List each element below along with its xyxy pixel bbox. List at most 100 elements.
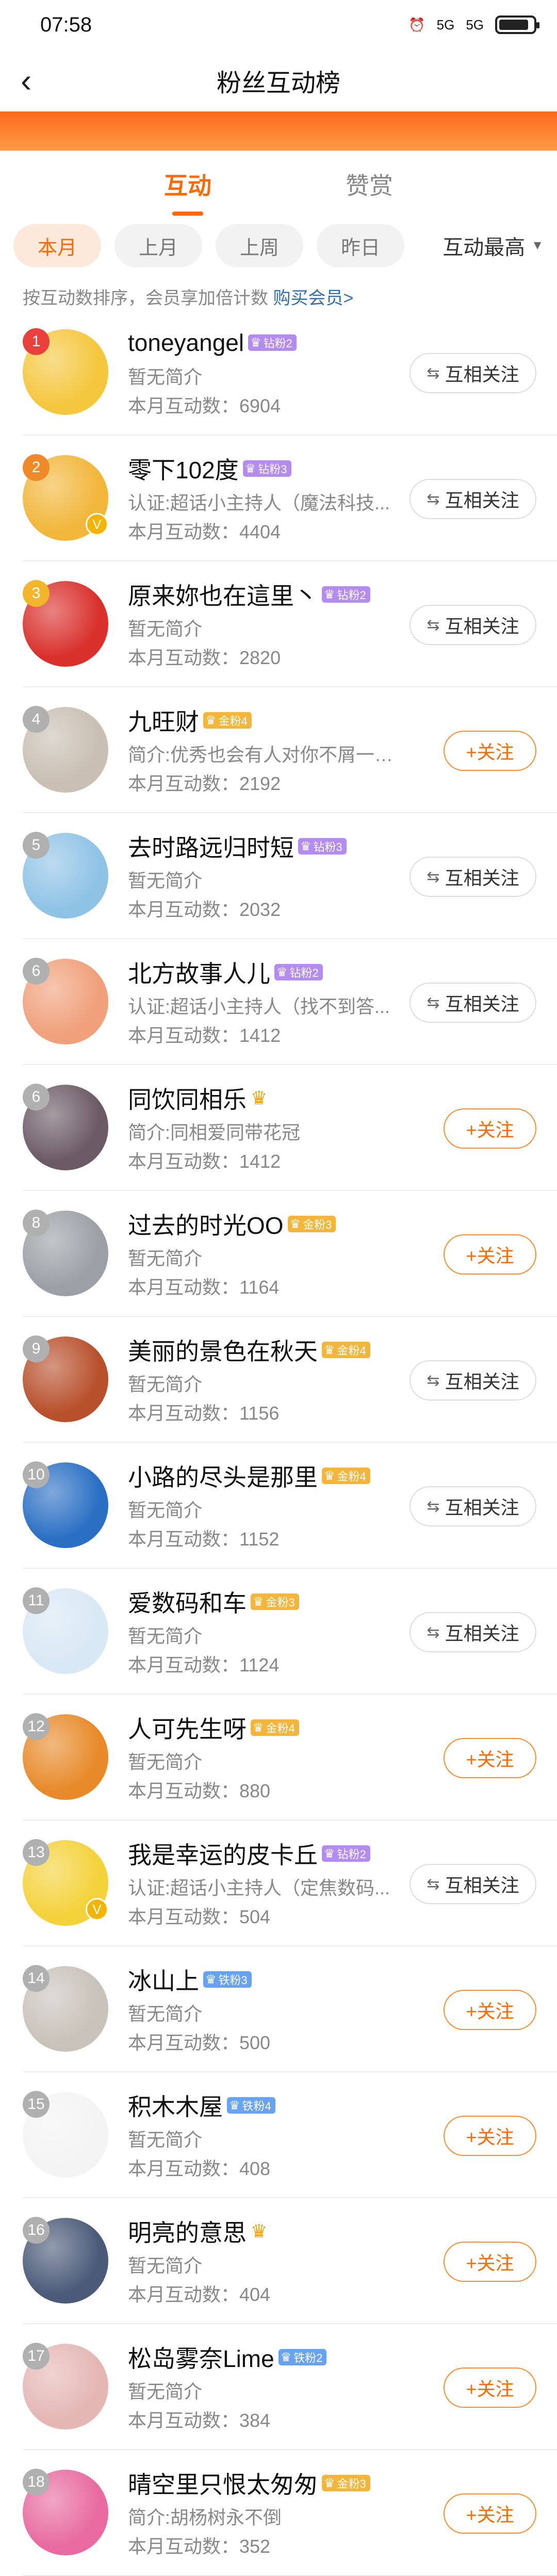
filter-yesterday[interactable]: 昨日 [317, 224, 404, 267]
fan-name[interactable]: 原来妳也在這里丶 [128, 577, 318, 611]
fan-description: 暂无简介 [128, 1248, 203, 1267]
list-item[interactable]: 3 原来妳也在這里丶 ♛ 钻粉2 暂无简介 本月互动数：2820 ⇆ 互相关注 [23, 561, 557, 687]
follow-button[interactable]: +关注 [444, 2242, 536, 2282]
mutual-follow-button[interactable]: ⇆ 互相关注 [409, 605, 536, 645]
follow-button[interactable]: +关注 [444, 1990, 536, 2030]
rank-badge: 14 [23, 1965, 50, 1992]
tab-interaction[interactable]: 互动 [164, 167, 211, 202]
fan-description: 暂无简介 [128, 1625, 203, 1645]
swap-arrows-icon: ⇆ [427, 364, 440, 382]
crown-icon: ♛ [205, 1972, 217, 1987]
interaction-count: 本月互动数：1164 [128, 1277, 280, 1298]
rank-badge: 10 [23, 1461, 50, 1488]
button-label: +关注 [466, 2252, 514, 2274]
interaction-count: 本月互动数：384 [128, 2410, 271, 2431]
rank-badge: 16 [23, 2217, 50, 2244]
hint-text: 按互动数排序，会员享加倍计数 [23, 288, 273, 308]
crown-icon: ♛ [276, 965, 288, 979]
fan-badge-label: 金粉3 [266, 1596, 295, 1609]
fan-badge-label: 铁粉4 [242, 2100, 271, 2113]
fan-name[interactable]: 人可先生呀 [128, 1711, 247, 1745]
mutual-follow-button[interactable]: ⇆ 互相关注 [409, 353, 536, 393]
list-item[interactable]: 11 爱数码和车 ♛ 金粉3 暂无简介 本月互动数：1124 ⇆ 互相关注 [23, 1569, 557, 1695]
mutual-follow-button[interactable]: ⇆ 互相关注 [409, 1486, 536, 1526]
button-label: +关注 [466, 742, 514, 763]
follow-button[interactable]: +关注 [444, 2493, 536, 2534]
list-item[interactable]: 4 九旺财 ♛ 金粉4 简介:优秀也会有人对你不屑一顾... 本月互动数：2192… [23, 687, 557, 813]
filter-this-month[interactable]: 本月 [13, 224, 101, 267]
button-label: +关注 [466, 1245, 514, 1266]
list-item[interactable]: 1 toneyangel ♛ 钻粉2 暂无简介 本月互动数：6904 ⇆ 互相关注 [23, 310, 557, 436]
mutual-follow-button[interactable]: ⇆ 互相关注 [409, 479, 536, 519]
swap-arrows-icon: ⇆ [427, 868, 440, 886]
fan-name[interactable]: 美丽的景色在秋天 [128, 1333, 318, 1367]
buy-membership-link[interactable]: 购买会员> [273, 288, 353, 308]
fan-description: 暂无简介 [128, 1751, 203, 1771]
fan-name[interactable]: 明亮的意思 [128, 2214, 247, 2248]
fan-badge: ♛ 金粉4 [203, 712, 252, 729]
list-item[interactable]: 6 北方故事人儿 ♛ 钻粉2 认证:超话小主持人（找不到答... 本月互动数：14… [23, 939, 557, 1065]
follow-button[interactable]: +关注 [444, 731, 536, 771]
list-item[interactable]: 10 小路的尽头是那里 ♛ 金粉4 暂无简介 本月互动数：1152 ⇆ 互相关注 [23, 1443, 557, 1569]
fan-info: 人可先生呀 ♛ 金粉4 暂无简介 本月互动数：880 [128, 1711, 417, 1801]
interaction-count: 本月互动数：404 [128, 2284, 271, 2305]
list-item[interactable]: 14 冰山上 ♛ 铁粉3 暂无简介 本月互动数：500 +关注 [23, 1946, 557, 2072]
list-item[interactable]: 17 松岛雾奈Lime ♛ 铁粉2 暂无简介 本月互动数：384 +关注 [23, 2324, 557, 2450]
list-item[interactable]: 8 过去的时光OO ♛ 金粉3 暂无简介 本月互动数：1164 +关注 [23, 1191, 557, 1317]
crown-icon: ♛ [229, 2098, 240, 2113]
sort-label: 互动最高 [443, 236, 526, 259]
fan-name-line: 爱数码和车 ♛ 金粉3 [128, 1586, 417, 1617]
list-item[interactable]: 16 明亮的意思 ♛ 暂无简介 本月互动数：404 +关注 [23, 2198, 557, 2324]
list-item[interactable]: 5 去时路远归时短 ♛ 钻粉3 暂无简介 本月互动数：2032 ⇆ 互相关注 [23, 813, 557, 939]
button-label: +关注 [466, 2504, 514, 2525]
list-item[interactable]: 18 晴空里只恨太匆匆 ♛ 金粉3 简介:胡杨树永不倒 本月互动数：352 +关注 [23, 2450, 557, 2576]
follow-button[interactable]: +关注 [444, 1738, 536, 1778]
rank-badge: 12 [23, 1713, 50, 1740]
fan-name[interactable]: 九旺财 [128, 703, 199, 737]
list-item[interactable]: 13 V 我是幸运的皮卡丘 ♛ 钻粉2 认证:超话小主持人（定焦数码... 本月互… [23, 1821, 557, 1946]
list-item[interactable]: 2 V 零下102度 ♛ 钻粉3 认证:超话小主持人（魔法科技... 本月互动数：… [23, 436, 557, 561]
fan-info: 零下102度 ♛ 钻粉3 认证:超话小主持人（魔法科技... 本月互动数：4404 [128, 452, 417, 542]
list-item[interactable]: 9 美丽的景色在秋天 ♛ 金粉4 暂无简介 本月互动数：1156 ⇆ 互相关注 [23, 1317, 557, 1443]
fan-badge: ♛ 金粉3 [251, 1593, 299, 1610]
fan-description: 认证:超话小主持人（魔法科技... [128, 492, 390, 512]
crown-icon: ♛ [205, 713, 217, 728]
fan-name[interactable]: 去时路远归时短 [128, 829, 294, 863]
tab-appreciation[interactable]: 赞赏 [346, 167, 393, 202]
follow-button[interactable]: +关注 [444, 1108, 536, 1149]
mutual-follow-button[interactable]: ⇆ 互相关注 [409, 1864, 536, 1904]
fan-name[interactable]: 松岛雾奈Lime [128, 2340, 274, 2374]
fan-name[interactable]: 北方故事人儿 [128, 955, 270, 989]
follow-button[interactable]: +关注 [444, 2116, 536, 2156]
filter-last-week[interactable]: 上周 [216, 224, 303, 267]
fan-name[interactable]: 爱数码和车 [128, 1585, 247, 1619]
mutual-follow-button[interactable]: ⇆ 互相关注 [409, 1360, 536, 1400]
mutual-follow-button[interactable]: ⇆ 互相关注 [409, 1612, 536, 1652]
follow-button[interactable]: +关注 [444, 1234, 536, 1275]
fan-badge: ♛ 金粉4 [322, 1468, 370, 1484]
fan-name[interactable]: 零下102度 [128, 452, 239, 486]
fan-name[interactable]: 积木木屋 [128, 2088, 223, 2122]
fan-name[interactable]: 小路的尽头是那里 [128, 1459, 318, 1493]
fan-name[interactable]: 同饮同相乐 [128, 1081, 247, 1115]
back-chevron-icon[interactable]: ‹ [21, 64, 31, 97]
status-time: 07:58 [40, 13, 92, 36]
mutual-follow-button[interactable]: ⇆ 互相关注 [409, 857, 536, 897]
fan-name-line: 我是幸运的皮卡丘 ♛ 钻粉2 [128, 1838, 417, 1869]
sort-dropdown[interactable]: 互动最高 ▼ [443, 231, 544, 261]
list-item[interactable]: 12 人可先生呀 ♛ 金粉4 暂无简介 本月互动数：880 +关注 [23, 1695, 557, 1821]
list-item[interactable]: 15 积木木屋 ♛ 铁粉4 暂无简介 本月互动数：408 +关注 [23, 2072, 557, 2198]
filter-last-month[interactable]: 上月 [114, 224, 202, 267]
follow-button[interactable]: +关注 [444, 2368, 536, 2408]
fan-name[interactable]: 过去的时光OO [128, 1207, 284, 1241]
fan-name[interactable]: 冰山上 [128, 1962, 199, 1997]
interaction-count: 本月互动数：500 [128, 2032, 271, 2053]
mutual-follow-button[interactable]: ⇆ 互相关注 [409, 983, 536, 1023]
rank-badge: 15 [23, 2091, 50, 2118]
page-title: 粉丝互动榜 [216, 70, 340, 97]
fan-name[interactable]: 我是幸运的皮卡丘 [128, 1837, 318, 1871]
fan-name[interactable]: 晴空里只恨太匆匆 [128, 2466, 318, 2500]
list-item[interactable]: 6 同饮同相乐 ♛ 简介:同相爱同带花冠 本月互动数：1412 +关注 [23, 1065, 557, 1191]
fan-name[interactable]: toneyangel [128, 329, 244, 357]
fan-info: 晴空里只恨太匆匆 ♛ 金粉3 简介:胡杨树永不倒 本月互动数：352 [128, 2466, 417, 2557]
